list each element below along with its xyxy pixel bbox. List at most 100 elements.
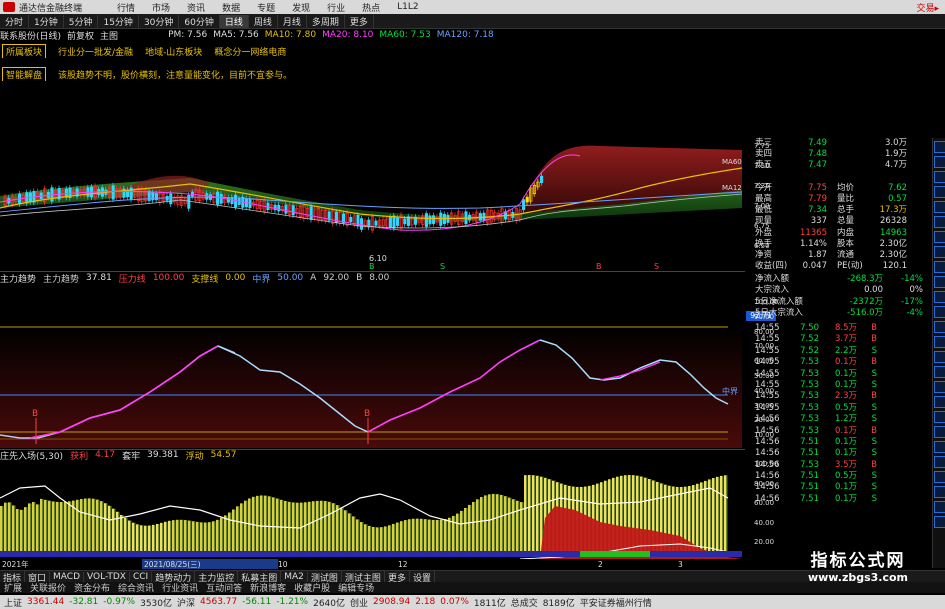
function-tab[interactable]: 行业资讯 xyxy=(158,582,202,593)
menu-item[interactable]: 热点 xyxy=(362,1,380,14)
adjust-tab[interactable]: 前复权 xyxy=(67,29,94,42)
period-tab[interactable]: 更多 xyxy=(345,14,374,28)
chip-bar xyxy=(420,518,423,551)
side-tool-icon[interactable] xyxy=(934,351,945,363)
quote-label: 最低 xyxy=(755,205,773,216)
menu-item[interactable]: 行情 xyxy=(117,1,135,14)
period-tab[interactable]: 多周期 xyxy=(307,14,345,28)
chip-bar xyxy=(192,521,195,551)
function-tab[interactable]: 互动问答 xyxy=(202,582,246,593)
side-tool-icon[interactable] xyxy=(934,381,945,393)
function-tab[interactable]: 综合资讯 xyxy=(114,582,158,593)
stock-name-tab[interactable]: 联系股份(日线) xyxy=(0,29,61,42)
menu-item[interactable]: 行业 xyxy=(327,1,345,14)
trade-link[interactable]: 交易▸ xyxy=(916,1,939,14)
chip-distribution-chart[interactable] xyxy=(0,458,742,559)
chip-bar xyxy=(92,498,95,551)
tick-side: B xyxy=(871,459,877,470)
menu-item[interactable]: 发现 xyxy=(292,1,310,14)
period-tab[interactable]: 1分钟 xyxy=(29,14,64,28)
flow-value: -2372万 xyxy=(849,296,883,307)
chip-bar xyxy=(328,501,331,551)
sector-tag[interactable]: 行业分一批发/金融 xyxy=(58,45,133,58)
side-tool-icon[interactable] xyxy=(934,441,945,453)
smart-analysis-label[interactable]: 智能解盘 xyxy=(2,67,47,81)
ma-value: MA20: 8.10 xyxy=(322,30,374,40)
side-tool-icon[interactable] xyxy=(934,201,945,213)
indicator-tab[interactable]: MACD xyxy=(50,572,85,582)
sector-tag[interactable]: 地域-山东板块 xyxy=(145,45,202,58)
quote-label xyxy=(837,160,873,171)
candle xyxy=(396,217,400,226)
function-tab[interactable]: 资金分布 xyxy=(70,582,114,593)
side-tool-icon[interactable] xyxy=(934,306,945,318)
side-tool-icon[interactable] xyxy=(934,261,945,273)
side-tool-icon[interactable] xyxy=(934,171,945,183)
side-tool-icon[interactable] xyxy=(934,291,945,303)
period-tab[interactable]: 60分钟 xyxy=(179,14,220,28)
quote-label: 外盘 xyxy=(755,227,773,238)
candle xyxy=(266,202,270,210)
pane2-name[interactable]: 主力趋势 xyxy=(0,272,36,285)
side-tool-icon[interactable] xyxy=(934,366,945,378)
menu-item[interactable]: L1L2 xyxy=(397,2,418,12)
period-tab[interactable]: 分时 xyxy=(0,14,30,28)
candle xyxy=(525,196,529,203)
side-tool-icon[interactable] xyxy=(934,276,945,288)
period-tab[interactable]: 15分钟 xyxy=(98,14,139,28)
menu-item[interactable]: 数据 xyxy=(222,1,240,14)
quote-label: 收益(四) xyxy=(755,261,788,272)
side-tool-icon[interactable] xyxy=(934,486,945,498)
menu-item[interactable]: 市场 xyxy=(152,1,170,14)
side-tool-icon[interactable] xyxy=(934,471,945,483)
chip-bar xyxy=(260,495,263,551)
side-tool-icon[interactable] xyxy=(934,216,945,228)
candle xyxy=(442,213,446,225)
pane2-v2: 100.00 xyxy=(152,273,185,283)
period-tab[interactable]: 30分钟 xyxy=(139,14,180,28)
indicator-tab[interactable]: MA2 xyxy=(281,572,308,582)
side-tool-icon[interactable] xyxy=(934,411,945,423)
function-tab[interactable]: 收藏户股 xyxy=(290,582,334,593)
side-tool-icon[interactable] xyxy=(934,426,945,438)
side-tool-icon[interactable] xyxy=(934,141,945,153)
function-tab[interactable]: 编辑专场 xyxy=(334,582,378,593)
kline-chart[interactable]: 6.10 B S B S MA60 MA12 xyxy=(0,138,742,270)
period-tab[interactable]: 周线 xyxy=(249,14,278,28)
side-tool-icon[interactable] xyxy=(934,516,945,528)
side-tool-icon[interactable] xyxy=(934,396,945,408)
side-tool-icon[interactable] xyxy=(934,246,945,258)
quote-label: 现量 xyxy=(755,216,773,227)
chip-bar xyxy=(316,500,319,551)
side-tool-icon[interactable] xyxy=(934,321,945,333)
side-tool-icon[interactable] xyxy=(934,336,945,348)
chip-bar xyxy=(356,519,359,551)
side-tool-icon[interactable] xyxy=(934,501,945,513)
chip-bar xyxy=(692,485,695,551)
period-tab[interactable]: 5分钟 xyxy=(64,14,99,28)
ma-right-label-2: MA12 xyxy=(722,184,742,192)
date-label: 3 xyxy=(678,559,683,569)
function-tab[interactable]: 扩展 xyxy=(0,582,26,593)
sector-tag[interactable]: 概念分一网络电商 xyxy=(214,45,286,58)
sector-tag[interactable]: 所属板块 xyxy=(2,44,47,58)
side-tool-icon[interactable] xyxy=(934,456,945,468)
side-tool-icon[interactable] xyxy=(934,156,945,168)
main-chart-tab[interactable]: 主图 xyxy=(100,29,118,42)
menu-item[interactable]: 资讯 xyxy=(187,1,205,14)
indicator-tab[interactable]: VOL-TDX xyxy=(84,572,130,582)
menu-item[interactable]: 专题 xyxy=(257,1,275,14)
indicator-tab[interactable]: CCI xyxy=(130,572,153,582)
chip-bar xyxy=(540,476,543,551)
side-tool-icon[interactable] xyxy=(934,231,945,243)
function-tab[interactable]: 关联报价 xyxy=(26,582,70,593)
period-tab[interactable]: 日线 xyxy=(219,14,249,28)
chip-bar xyxy=(136,524,139,551)
chip-bar xyxy=(524,475,527,551)
chip-bar xyxy=(16,509,19,551)
period-tab[interactable]: 月线 xyxy=(278,14,307,28)
side-tool-icon[interactable] xyxy=(934,186,945,198)
function-tab[interactable]: 新浪博客 xyxy=(246,582,290,593)
trend-oscillator-chart[interactable]: B B 中界 xyxy=(0,298,742,448)
tick-side: S xyxy=(871,368,877,379)
